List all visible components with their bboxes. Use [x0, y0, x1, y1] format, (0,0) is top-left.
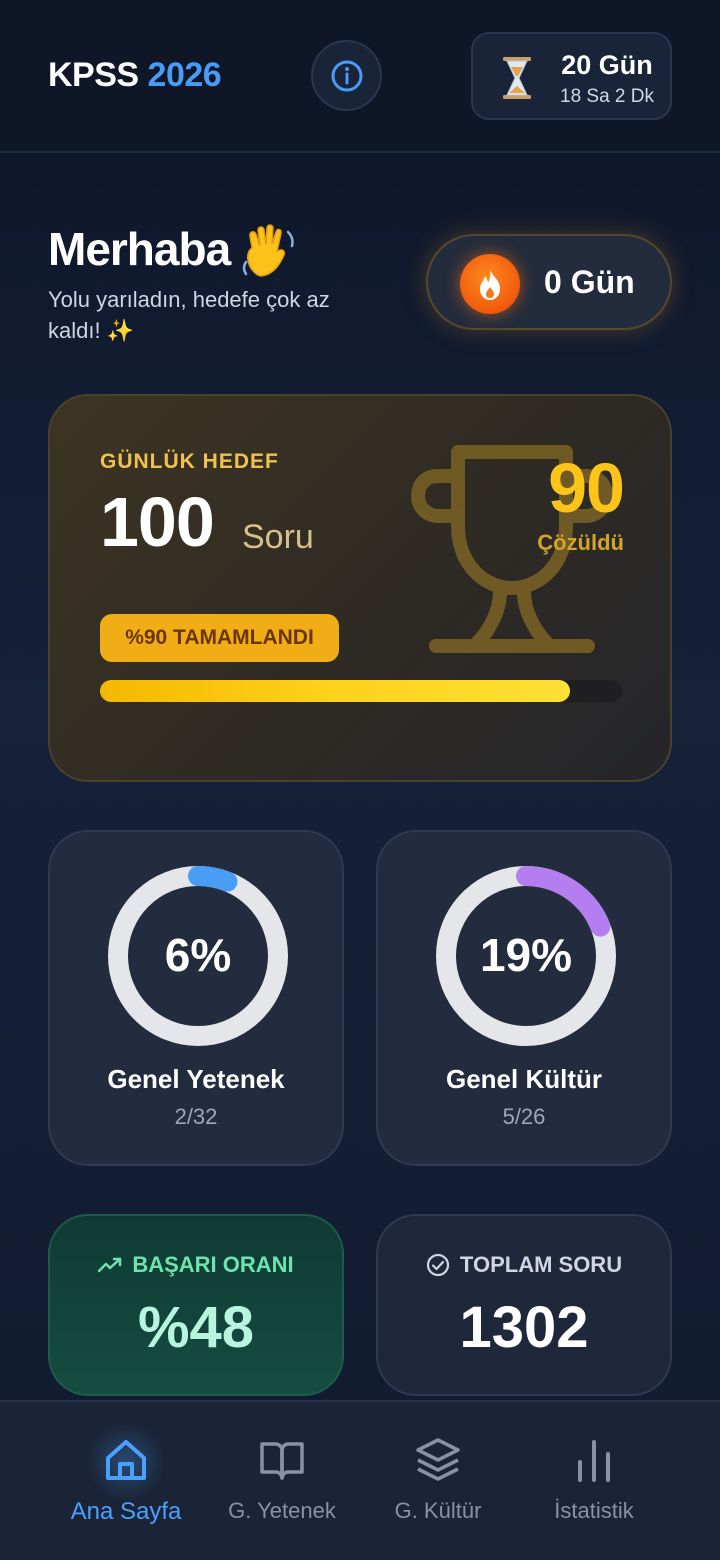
total-questions-card[interactable]: TOPLAM SORU 1302: [376, 1214, 672, 1396]
subject-percent: 6%: [164, 929, 232, 981]
check-circle-icon: [426, 1253, 450, 1277]
nav-item-genel-yetenek[interactable]: G. Yetenek: [204, 1402, 360, 1560]
bottom-navigation: Ana Sayfa G. Yetenek G. Kültür İstatisti…: [0, 1400, 720, 1560]
daily-goal-unit: Soru: [242, 518, 314, 556]
completion-badge: %90 TAMAMLANDI: [100, 614, 339, 662]
exam-countdown[interactable]: 20 Gün 18 Sa 2 Dk: [471, 32, 672, 120]
daily-goal-target: 100: [100, 483, 215, 561]
bar-chart-icon: [578, 1440, 610, 1482]
info-icon: [331, 60, 362, 91]
greeting-subtitle: Yolu yarıladın, hedefe çok az kaldı! ✨: [48, 287, 330, 343]
book-icon: [260, 1442, 304, 1480]
nav-label: G. Yetenek: [228, 1498, 336, 1523]
info-button[interactable]: [311, 40, 382, 111]
hourglass-icon: [503, 57, 531, 99]
daily-progress-bar: [100, 680, 622, 702]
countdown-days: 20 Gün: [561, 50, 653, 80]
subject-card-genel-yetenek[interactable]: 6% Genel Yetenek 2/32: [48, 830, 344, 1166]
total-questions-value: 1302: [459, 1295, 589, 1360]
solved-count: 90: [548, 449, 625, 527]
daily-progress-fill: [100, 680, 570, 702]
nav-item-genel-kultur[interactable]: G. Kültür: [360, 1402, 516, 1560]
success-rate-value: %48: [137, 1295, 255, 1360]
subject-progress-count: 2/32: [174, 1104, 218, 1129]
waving-hand-icon: [242, 224, 294, 277]
success-rate-label: BAŞARI ORANI: [132, 1252, 294, 1277]
nav-item-home[interactable]: Ana Sayfa: [48, 1402, 204, 1560]
trending-up-icon: [98, 1257, 122, 1273]
subject-progress-count: 5/26: [502, 1104, 546, 1129]
nav-label: Ana Sayfa: [70, 1498, 182, 1525]
subject-percent: 19%: [479, 929, 573, 981]
app-title-year: 2026: [147, 56, 222, 94]
subject-title: Genel Yetenek: [107, 1064, 285, 1094]
layers-icon: [416, 1438, 460, 1481]
nav-item-istatistik[interactable]: İstatistik: [516, 1402, 672, 1560]
streak-pill[interactable]: 0 Gün: [426, 234, 672, 330]
fire-icon: [460, 254, 520, 314]
app-title-name: KPSS: [48, 56, 139, 94]
app-title: KPSS 2026: [48, 56, 222, 95]
nav-label: G. Kültür: [394, 1498, 482, 1523]
success-rate-card[interactable]: BAŞARI ORANI %48: [48, 1214, 344, 1396]
solved-label: Çözüldü: [537, 530, 624, 555]
greeting-title: Merhaba: [48, 223, 231, 275]
daily-goal-card[interactable]: GÜNLÜK HEDEF 100 Soru 90 Çözüldü %90 TAM…: [48, 394, 672, 782]
success-rate-header: BAŞARI ORANI: [50, 1252, 342, 1278]
streak-count: 0 Gün: [544, 264, 635, 300]
home-icon: [106, 1440, 146, 1480]
subject-card-genel-kultur[interactable]: 19% Genel Kültür 5/26: [376, 830, 672, 1166]
countdown-hours: 18 Sa 2 Dk: [560, 86, 654, 107]
subject-title: Genel Kültür: [445, 1064, 602, 1094]
daily-goal-label: GÜNLÜK HEDEF: [100, 450, 279, 473]
nav-label: İstatistik: [554, 1498, 634, 1523]
total-questions-header: TOPLAM SORU: [378, 1252, 670, 1278]
top-app-bar: KPSS 2026 20 Gün 18 Sa 2 Dk: [0, 0, 720, 153]
total-questions-label: TOPLAM SORU: [459, 1252, 623, 1277]
